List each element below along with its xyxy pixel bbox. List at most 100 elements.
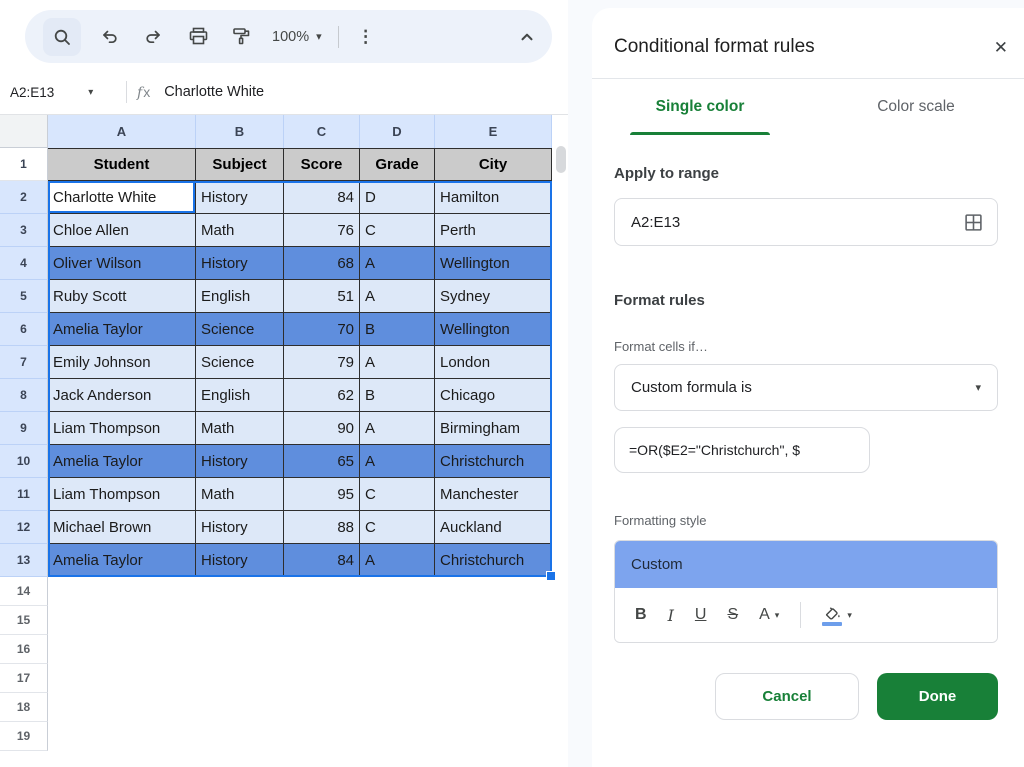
cell[interactable]: 65 [284,445,360,478]
close-icon[interactable]: ✕ [994,38,1008,58]
row-number[interactable]: 7 [0,346,48,379]
cell[interactable]: 84 [284,544,360,577]
cell[interactable]: A [360,346,435,379]
grid-corner[interactable] [0,115,48,148]
cell[interactable]: History [196,511,284,544]
row-number[interactable]: 2 [0,181,48,214]
cell[interactable]: Jack Anderson [48,379,196,412]
row-number[interactable]: 6 [0,313,48,346]
cell[interactable]: 84 [284,181,360,214]
cell[interactable]: 88 [284,511,360,544]
cell[interactable]: Math [196,214,284,247]
cell[interactable]: Amelia Taylor [48,544,196,577]
header-cell[interactable]: City [435,148,552,181]
empty-cells[interactable] [48,693,568,722]
undo-icon[interactable] [93,20,127,54]
cell[interactable]: Chicago [435,379,552,412]
row-number[interactable]: 14 [0,577,48,606]
cell[interactable]: Sydney [435,280,552,313]
cell[interactable]: London [435,346,552,379]
cell[interactable]: Math [196,478,284,511]
empty-cells[interactable] [48,722,568,751]
cell[interactable]: Ruby Scott [48,280,196,313]
cell[interactable]: A [360,544,435,577]
cell[interactable]: Science [196,313,284,346]
column-header-E[interactable]: E [435,115,552,148]
row-number[interactable]: 5 [0,280,48,313]
fill-color-button[interactable]: ▾ [822,605,852,626]
cell[interactable]: Auckland [435,511,552,544]
row-number[interactable]: 17 [0,664,48,693]
cell[interactable]: 95 [284,478,360,511]
row-number[interactable]: 9 [0,412,48,445]
zoom-control[interactable]: 100% ▾ [272,29,322,45]
cell[interactable]: C [360,478,435,511]
cell[interactable]: 68 [284,247,360,280]
tab-single-color[interactable]: Single color [592,79,808,135]
empty-cells[interactable] [48,577,568,606]
underline-button[interactable]: U [695,606,707,624]
cell[interactable]: A [360,412,435,445]
collapse-toolbar-icon[interactable] [518,10,536,63]
cell[interactable]: Oliver Wilson [48,247,196,280]
paint-format-icon[interactable] [224,20,258,54]
done-button[interactable]: Done [877,673,998,720]
cell[interactable]: 62 [284,379,360,412]
empty-cells[interactable] [48,606,568,635]
custom-formula-input[interactable]: =OR($E2="Christchurch", $ [614,427,870,473]
row-number[interactable]: 19 [0,722,48,751]
row-number[interactable]: 11 [0,478,48,511]
header-cell[interactable]: Grade [360,148,435,181]
row-number[interactable]: 18 [0,693,48,722]
cell[interactable]: Wellington [435,313,552,346]
tab-color-scale[interactable]: Color scale [808,79,1024,135]
cell[interactable]: History [196,181,284,214]
cell[interactable]: Michael Brown [48,511,196,544]
row-number[interactable]: 12 [0,511,48,544]
cell[interactable]: Christchurch [435,445,552,478]
row-number[interactable]: 4 [0,247,48,280]
cell[interactable]: Emily Johnson [48,346,196,379]
row-number[interactable]: 8 [0,379,48,412]
row-number[interactable]: 10 [0,445,48,478]
header-cell[interactable]: Score [284,148,360,181]
cell[interactable]: Science [196,346,284,379]
cell[interactable]: 79 [284,346,360,379]
formula-bar-content[interactable]: Charlotte White [164,84,264,100]
vertical-scrollbar[interactable] [556,146,566,173]
cell[interactable]: English [196,280,284,313]
column-header-B[interactable]: B [196,115,284,148]
italic-button[interactable]: I [668,606,674,625]
row-number[interactable]: 3 [0,214,48,247]
cell[interactable]: B [360,313,435,346]
bold-button[interactable]: B [635,606,647,624]
range-input[interactable]: A2:E13 [614,198,998,246]
cell[interactable]: Perth [435,214,552,247]
cell[interactable]: History [196,247,284,280]
cell[interactable]: History [196,445,284,478]
cell[interactable]: Birmingham [435,412,552,445]
column-header-A[interactable]: A [48,115,196,148]
cell[interactable]: History [196,544,284,577]
cell[interactable]: Manchester [435,478,552,511]
cell[interactable]: D [360,181,435,214]
strikethrough-button[interactable]: S [727,606,738,624]
row-number[interactable]: 15 [0,606,48,635]
cell[interactable]: Liam Thompson [48,478,196,511]
row-number[interactable]: 16 [0,635,48,664]
cell[interactable]: Chloe Allen [48,214,196,247]
cell[interactable]: Math [196,412,284,445]
column-header-C[interactable]: C [284,115,360,148]
cell[interactable]: A [360,280,435,313]
cell[interactable]: Amelia Taylor [48,445,196,478]
cell[interactable]: Christchurch [435,544,552,577]
cell[interactable]: Liam Thompson [48,412,196,445]
active-cell[interactable]: Charlotte White [48,181,196,214]
cell[interactable]: Hamilton [435,181,552,214]
text-color-button[interactable]: A ▾ [759,606,779,624]
name-box[interactable]: A2:E13 ▾ [0,85,120,100]
cell[interactable]: A [360,445,435,478]
empty-cells[interactable] [48,635,568,664]
print-icon[interactable] [181,20,215,54]
cell[interactable]: Wellington [435,247,552,280]
